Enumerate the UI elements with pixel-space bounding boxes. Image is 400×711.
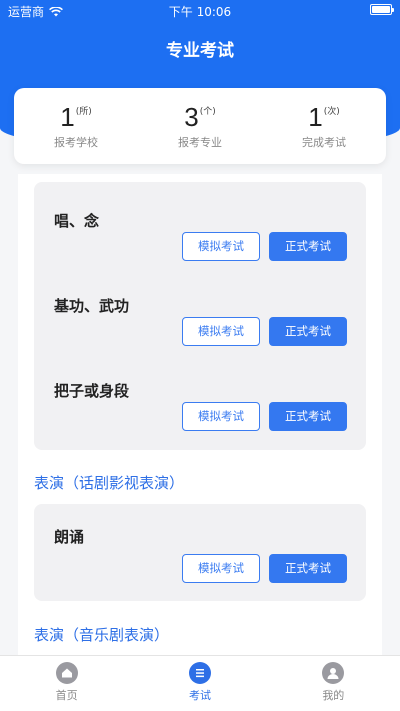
stat-schools: 1(所) 报考学校: [14, 88, 138, 164]
mock-exam-button[interactable]: 模拟考试: [182, 232, 260, 261]
exam-item-name: 唱、念: [54, 212, 100, 230]
battery-icon: [370, 4, 394, 15]
exam-item-name: 基功、武功: [54, 297, 130, 315]
exam-icon: [188, 662, 211, 684]
stat-completed: 1(次) 完成考试: [262, 88, 386, 164]
tab-profile[interactable]: 我的: [267, 656, 400, 711]
page-title: 专业考试: [166, 41, 234, 61]
formal-exam-button[interactable]: 正式考试: [269, 317, 347, 346]
stat-value: 1: [308, 102, 323, 132]
stat-value: 3: [184, 102, 199, 132]
tab-home[interactable]: 首页: [0, 656, 133, 711]
stat-majors: 3(个) 报考专业: [138, 88, 262, 164]
exam-item-name: 朗诵: [54, 528, 85, 546]
section-title: 表演（音乐剧表演）: [34, 626, 170, 644]
tab-bar: 首页 考试 我的: [0, 655, 400, 711]
status-time: 下午 10:06: [168, 5, 232, 19]
stat-value: 1: [60, 102, 75, 132]
mock-exam-button[interactable]: 模拟考试: [182, 554, 260, 583]
home-icon: [55, 662, 78, 684]
section-title: 表演（话剧影视表演）: [34, 474, 185, 492]
exam-group-card: 朗诵 模拟考试 正式考试: [34, 504, 366, 601]
stats-card: 1(所) 报考学校 3(个) 报考专业 1(次) 完成考试: [14, 88, 386, 164]
formal-exam-button[interactable]: 正式考试: [269, 402, 347, 431]
stat-unit: (所): [75, 107, 92, 117]
exam-item-name: 把子或身段: [54, 382, 130, 400]
stat-unit: (次): [323, 107, 340, 117]
mock-exam-button[interactable]: 模拟考试: [182, 317, 260, 346]
exam-list[interactable]: 唱、念 模拟考试 正式考试 基功、武功 模拟考试 正式考试 把子或身段 模拟考试…: [18, 174, 382, 656]
formal-exam-button[interactable]: 正式考试: [269, 232, 347, 261]
stat-label: 报考学校: [54, 136, 98, 149]
formal-exam-button[interactable]: 正式考试: [269, 554, 347, 583]
tab-exam[interactable]: 考试: [133, 656, 266, 711]
exam-group-card: 唱、念 模拟考试 正式考试 基功、武功 模拟考试 正式考试 把子或身段 模拟考试…: [34, 182, 366, 450]
stat-label: 完成考试: [302, 136, 346, 149]
mock-exam-button[interactable]: 模拟考试: [182, 402, 260, 431]
tab-label: 我的: [322, 689, 345, 702]
user-icon: [322, 662, 345, 684]
tab-label: 考试: [188, 689, 211, 702]
status-bar: 运营商 下午 10:06: [0, 0, 400, 20]
stat-unit: (个): [199, 107, 216, 117]
tab-label: 首页: [55, 689, 78, 702]
stat-label: 报考专业: [178, 136, 222, 149]
